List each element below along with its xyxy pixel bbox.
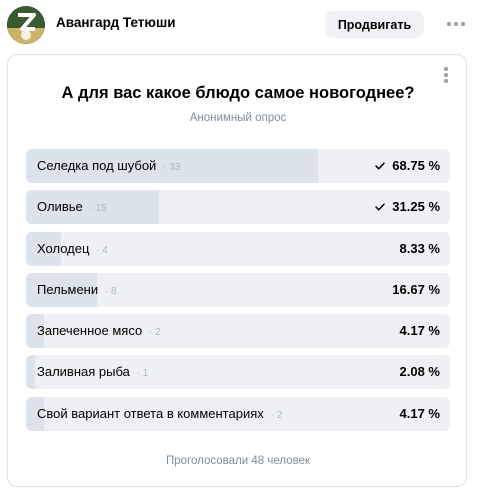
post-header: Авангард Тетюши Продвигать [0, 0, 479, 50]
option-label-wrap: Оливье · 15 [37, 190, 107, 224]
option-percent-wrap: 4.17 % [400, 397, 440, 431]
option-count: 15 [95, 203, 107, 215]
community-avatar[interactable] [7, 6, 45, 44]
option-count-prefix: · [160, 162, 170, 173]
option-label: Пельмени [37, 281, 99, 297]
option-count: 33 [169, 162, 181, 173]
dot [454, 22, 458, 26]
poll-option[interactable]: Оливье · 15 31.25 % [26, 190, 450, 225]
dot [461, 22, 465, 26]
option-label-wrap: Свой вариант ответа в комментариях · 2 [37, 397, 282, 431]
option-label-wrap: Холодец · 4 [37, 232, 108, 266]
author-name[interactable]: Авангард Тетюши [56, 15, 176, 30]
option-label: Оливье [37, 199, 83, 215]
option-progress-fill [26, 355, 35, 390]
poll-subtitle: Анонимный опрос [189, 112, 287, 124]
option-count-prefix: · [267, 409, 277, 421]
dot [447, 22, 451, 26]
option-label: Свой вариант ответа в комментариях [37, 405, 264, 421]
poll-title: А для вас какое блюдо самое новогоднее? [61, 84, 415, 102]
option-label: Селедка под шубой [37, 158, 157, 173]
check-icon [375, 149, 386, 183]
option-percent-wrap: 16.67 % [392, 273, 440, 307]
option-count: 2 [276, 409, 283, 421]
option-label: Запеченное мясо [37, 323, 143, 339]
poll-options: Селедка под шубой · 33 68.75 % Оливье · … [26, 149, 450, 438]
option-count: 2 [155, 327, 161, 339]
poll-option[interactable]: Селедка под шубой · 33 68.75 % [26, 149, 450, 183]
option-count: 4 [102, 244, 108, 256]
option-percent: 2.08 % [399, 364, 440, 380]
option-percent-wrap: 4.17 % [400, 314, 440, 348]
option-label-wrap: Селедка под шубой · 33 [37, 149, 180, 183]
dot [444, 67, 448, 71]
option-label-wrap: Заливная рыба · 1 [37, 355, 148, 389]
option-percent-wrap: 68.75 % [375, 149, 440, 183]
option-percent-wrap: 31.25 % [375, 190, 440, 224]
option-percent-wrap: 8.33 % [400, 232, 440, 266]
option-percent-wrap: 2.08 % [400, 355, 440, 389]
option-percent: 31.25 % [392, 199, 440, 215]
option-percent: 4.17 % [399, 405, 440, 421]
poll-option[interactable]: Запеченное мясо · 2 4.17 % [26, 314, 450, 349]
poll-option[interactable]: Пельмени · 8 16.67 % [26, 272, 450, 307]
more-horizontal-icon[interactable] [447, 18, 465, 30]
poll-option[interactable]: Заливная рыба · 1 2.08 % [26, 355, 450, 390]
poll-option[interactable]: Холодец · 4 8.33 % [26, 231, 450, 266]
option-label-wrap: Пельмени · 8 [37, 273, 117, 307]
option-count-prefix: · [146, 327, 156, 339]
poll-option[interactable]: Свой вариант ответа в комментариях · 2 4… [26, 396, 450, 431]
dot [444, 73, 448, 77]
option-percent: 16.67 % [392, 281, 440, 297]
option-count: 1 [142, 368, 149, 380]
promote-button[interactable]: Продвигать [325, 11, 424, 38]
option-count-prefix: · [86, 203, 96, 215]
option-percent: 4.17 % [399, 323, 440, 339]
option-label: Заливная рыба [37, 364, 130, 380]
option-label-wrap: Запеченное мясо · 2 [37, 314, 161, 348]
check-icon [375, 190, 386, 224]
option-count: 8 [111, 285, 117, 297]
poll-card: А для вас какое блюдо самое новогоднее? … [7, 54, 467, 487]
option-label: Холодец [37, 240, 90, 256]
votes-total[interactable]: Проголосовали 48 человек [8, 455, 468, 467]
community-logo-icon [7, 6, 45, 44]
option-percent: 68.75 % [392, 158, 440, 173]
option-count-prefix: · [133, 368, 143, 380]
dot [444, 79, 448, 83]
option-percent: 8.33 % [399, 240, 440, 256]
option-count-prefix: · [93, 244, 103, 256]
more-vertical-icon[interactable] [444, 67, 448, 83]
option-count-prefix: · [102, 285, 111, 297]
